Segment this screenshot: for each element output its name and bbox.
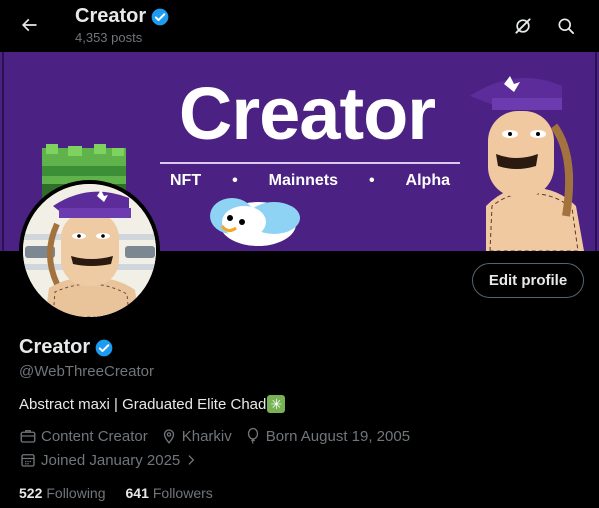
arrow-left-icon	[21, 18, 37, 32]
avatar-character-illustration	[23, 184, 156, 317]
following-count: 522	[19, 485, 43, 501]
grok-icon	[515, 18, 531, 34]
top-bar: Creator 4,353 posts	[0, 0, 599, 52]
briefcase-icon	[20, 430, 36, 443]
chevron-right-icon	[188, 455, 195, 465]
banner-character-illustration	[470, 76, 584, 251]
followers-count: 641	[125, 485, 149, 501]
profile-name-row: Creator	[19, 336, 114, 359]
header-title: Creator	[75, 5, 147, 27]
joined-text: Joined January 2025	[41, 451, 181, 469]
sparkle-emoji: ✳	[267, 395, 286, 413]
verified-badge-icon	[151, 8, 169, 25]
profile-meta: Content Creator Kharkiv Born August 19, …	[19, 427, 422, 445]
calendar-icon	[21, 454, 35, 467]
avatar[interactable]	[19, 180, 160, 321]
banner-tag-nft: NFT	[170, 172, 202, 189]
balloon-icon	[247, 427, 258, 444]
banner-divider	[160, 162, 460, 164]
followers-link[interactable]: 641 Followers	[126, 485, 213, 501]
search-icon	[558, 18, 574, 34]
category-text: Content Creator	[41, 427, 148, 445]
profile-bio: Abstract maxi | Graduated Elite Chad ✳	[19, 395, 286, 413]
profile-location: Kharkiv	[160, 427, 232, 445]
location-pin-icon	[163, 429, 174, 444]
born-text: Born August 19, 2005	[265, 427, 411, 445]
location-text: Kharkiv	[181, 427, 232, 445]
banner-tag-separator: •	[368, 172, 375, 189]
followers-label: Followers	[152, 485, 213, 501]
following-label: Following	[46, 485, 106, 501]
post-count: 4,353 posts	[75, 30, 143, 45]
profile-name: Creator	[19, 336, 91, 358]
banner-tag-alpha: Alpha	[405, 172, 450, 189]
profile-joined[interactable]: Joined January 2025	[19, 451, 210, 469]
penguin-illustration	[210, 198, 300, 246]
joined-date[interactable]: Joined January 2025	[19, 451, 198, 469]
profile-birthday: Born August 19, 2005	[244, 427, 410, 445]
banner-title: Creator	[178, 72, 436, 155]
following-link[interactable]: 522 Following	[19, 485, 106, 501]
banner-tag-separator: •	[232, 172, 238, 189]
bio-text: Abstract maxi | Graduated Elite Chad	[19, 395, 267, 413]
grok-button[interactable]	[506, 9, 540, 43]
back-button[interactable]	[12, 8, 46, 42]
profile-category: Content Creator	[19, 427, 148, 445]
follow-stats: 522 Following 641 Followers	[19, 485, 233, 501]
verified-badge-icon[interactable]	[94, 338, 114, 358]
banner-tag-mainnets: Mainnets	[268, 172, 338, 189]
search-button[interactable]	[549, 9, 583, 43]
profile-handle: @WebThreeCreator	[19, 363, 154, 380]
header-title-group: Creator 4,353 posts	[75, 5, 170, 45]
banner-tags: NFT • Mainnets • Alpha	[170, 172, 450, 190]
edit-profile-button[interactable]: Edit profile	[472, 263, 584, 298]
